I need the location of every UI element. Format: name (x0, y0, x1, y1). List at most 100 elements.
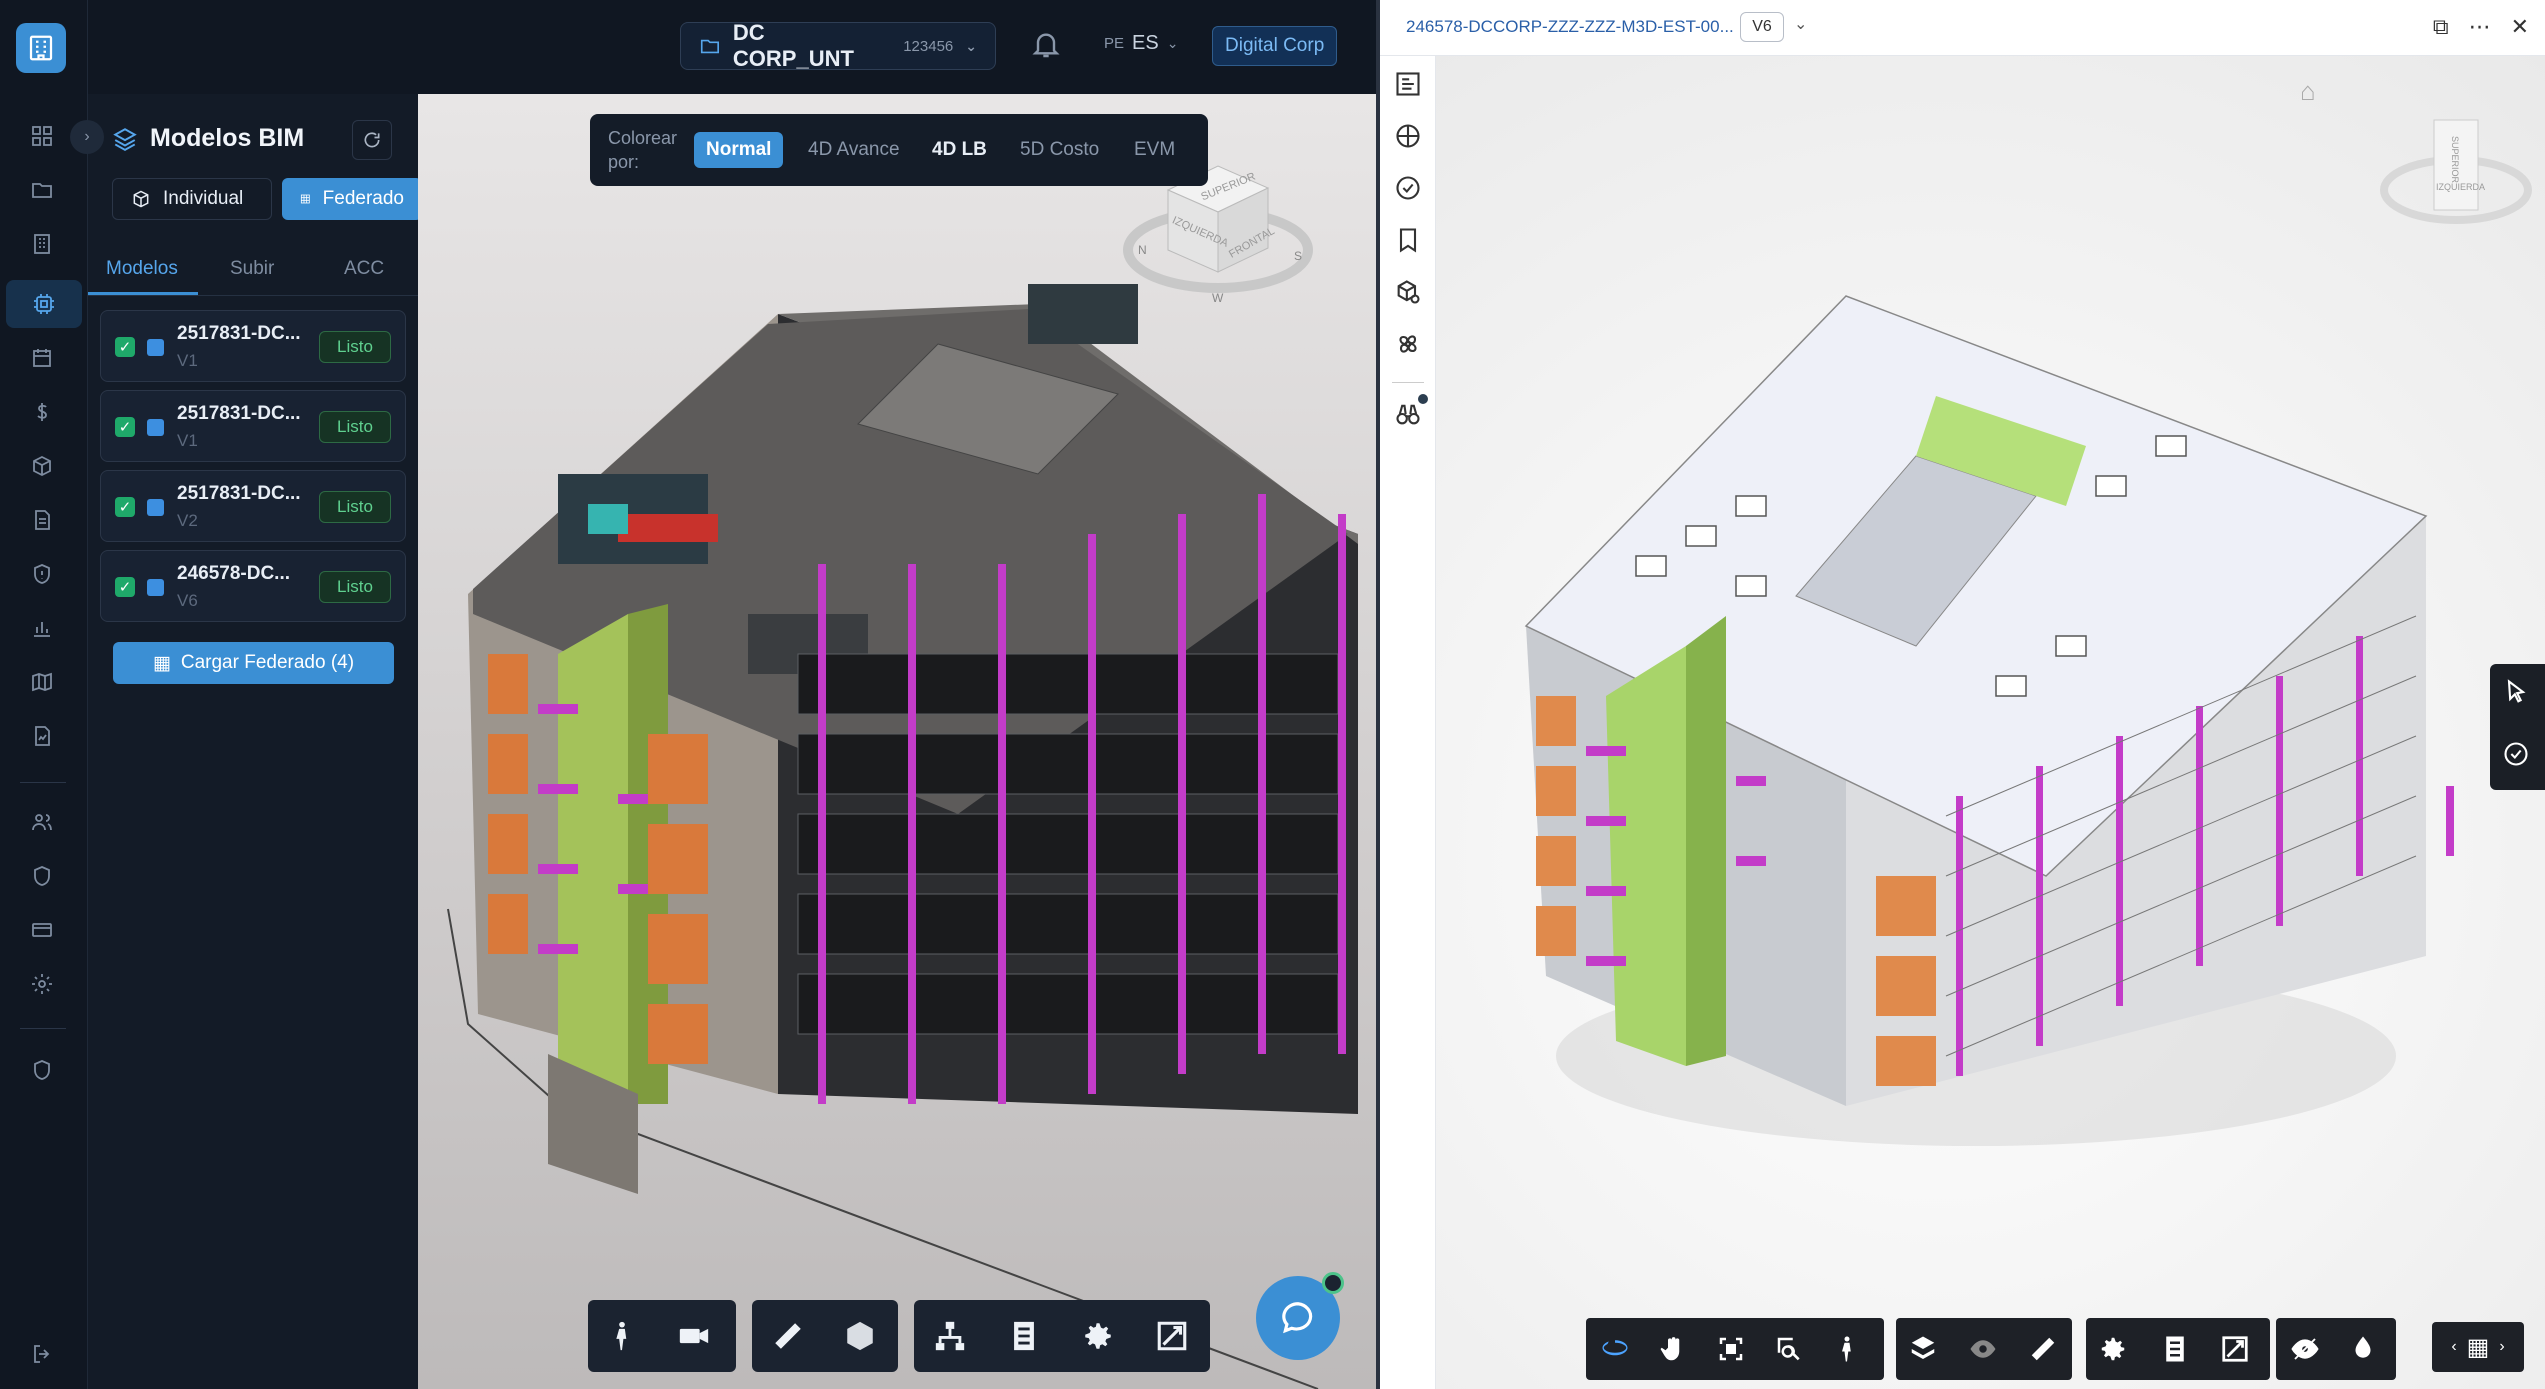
admin-shield-icon[interactable] (24, 1052, 60, 1088)
notifications-bell-icon[interactable] (1030, 28, 1066, 64)
organization-badge[interactable]: Digital Corp (1212, 26, 1338, 66)
model-card[interactable]: ✓ 246578-DC... V6 Listo (100, 550, 406, 622)
collapse-panel-button[interactable]: › (70, 120, 104, 154)
project-name: DC CORP_UNT (732, 20, 854, 71)
language-selector[interactable]: PE ES ⌄ (1104, 32, 1178, 55)
report-icon[interactable] (24, 718, 60, 754)
settings-icon[interactable] (24, 966, 60, 1002)
model-card[interactable]: ✓ 2517831-DC... V2 Listo (100, 470, 406, 542)
fullscreen-icon[interactable] (2218, 1332, 2252, 1366)
measure-toolbar (752, 1300, 898, 1372)
mode-federado-button[interactable]: Federado (282, 178, 422, 220)
security-icon[interactable] (24, 858, 60, 894)
chevron-right-icon[interactable]: › (2499, 1338, 2504, 1356)
mode-individual-button[interactable]: Individual (112, 178, 272, 220)
fan-icon[interactable] (1394, 330, 1424, 360)
settings-gear-icon[interactable] (1080, 1318, 1116, 1354)
model-version: V6 (177, 591, 198, 610)
building-model-light (1524, 295, 2454, 1146)
measure-icon[interactable] (2026, 1332, 2060, 1366)
version-badge[interactable]: V6 (1740, 12, 1784, 42)
acc-model-canvas[interactable]: SUPERIOR IZQUIERDA ⌂ (1436, 56, 2545, 1389)
more-icon[interactable]: ⋯ (2469, 14, 2491, 40)
folder-icon[interactable] (24, 172, 60, 208)
acc-extra-toolbar (2276, 1318, 2396, 1380)
zoom-window-icon[interactable] (1772, 1332, 1806, 1366)
popout-icon[interactable]: ⧉ (2433, 14, 2449, 40)
fit-view-icon[interactable] (1714, 1332, 1748, 1366)
model-toolbar (914, 1300, 1210, 1372)
visibility-off-icon[interactable] (2288, 1332, 2322, 1366)
shield-icon[interactable] (24, 556, 60, 592)
dollar-icon[interactable] (24, 394, 60, 430)
view-cube[interactable]: SUPERIOR IZQUIERDA (2376, 100, 2536, 240)
camera-icon[interactable] (676, 1318, 712, 1354)
tab-modelos[interactable]: Modelos (106, 258, 178, 280)
sphere-icon[interactable] (1394, 122, 1424, 152)
ghost-hide-icon[interactable] (1966, 1332, 2000, 1366)
model-checkbox[interactable]: ✓ (115, 577, 135, 597)
properties-icon[interactable] (1006, 1318, 1042, 1354)
toolbar-divider (1392, 382, 1424, 383)
first-person-icon[interactable] (604, 1318, 640, 1354)
ruler-icon[interactable] (770, 1318, 806, 1354)
map-icon[interactable] (24, 664, 60, 700)
model-checkbox[interactable]: ✓ (115, 337, 135, 357)
dashboard-icon[interactable] (24, 118, 60, 154)
color-5d-costo-button[interactable]: 5D Costo (1008, 132, 1111, 168)
hierarchy-icon[interactable] (932, 1318, 968, 1354)
acc-viewer-window: 246578-DCCORP-ZZZ-ZZZ-M3D-EST-00... V6 ⌄… (1376, 0, 2545, 1389)
panel-title-text: Modelos BIM (150, 124, 305, 152)
home-view-icon[interactable]: ⌂ (2300, 76, 2316, 107)
color-4d-lb-button[interactable]: 4D LB (920, 132, 999, 168)
bim-models-icon[interactable] (6, 280, 82, 328)
section-box-icon[interactable] (842, 1318, 878, 1354)
isolate-icon[interactable] (2346, 1332, 2380, 1366)
pan-hand-icon[interactable] (1656, 1332, 1690, 1366)
tab-acc[interactable]: ACC (344, 258, 384, 280)
document-icon[interactable] (24, 502, 60, 538)
color-evm-button[interactable]: EVM (1122, 132, 1187, 168)
app-logo-icon[interactable] (16, 23, 66, 73)
properties-icon[interactable] (2158, 1332, 2192, 1366)
chevron-left-icon[interactable]: ‹ (2451, 1338, 2456, 1356)
close-icon[interactable]: ✕ (2511, 14, 2529, 40)
project-code: 123456 (903, 37, 954, 55)
walk-icon[interactable] (1830, 1332, 1864, 1366)
model-checkbox[interactable]: ✓ (115, 497, 135, 517)
load-federated-button[interactable]: ▦ Cargar Federado (4) (113, 642, 394, 684)
check-circle-icon[interactable] (1394, 174, 1424, 204)
building-icon[interactable] (24, 226, 60, 262)
model-card[interactable]: ✓ 2517831-DC... V1 Listo (100, 310, 406, 382)
model-name: 2517831-DC... (177, 403, 301, 424)
section-icon[interactable] (1906, 1332, 1940, 1366)
orbit-icon[interactable] (1598, 1332, 1632, 1366)
settings-gear-icon[interactable] (2096, 1332, 2130, 1366)
card-icon[interactable] (24, 912, 60, 948)
box-icon[interactable] (24, 448, 60, 484)
bookmark-icon[interactable] (1394, 226, 1424, 256)
color-normal-button[interactable]: Normal (694, 132, 784, 168)
grid-view-icon[interactable]: ▦ (2467, 1333, 2490, 1362)
chart-icon[interactable] (24, 610, 60, 646)
viewcube-left-label: IZQUIERDA (2436, 182, 2485, 192)
logout-icon[interactable] (24, 1336, 60, 1372)
model-browser-icon[interactable] (1394, 70, 1424, 100)
color-4d-avance-button[interactable]: 4D Avance (796, 132, 912, 168)
model-checkbox[interactable]: ✓ (115, 417, 135, 437)
cube-search-icon[interactable] (1394, 278, 1424, 308)
model-card[interactable]: ✓ 2517831-DC... V1 Listo (100, 390, 406, 462)
fullscreen-icon[interactable] (1154, 1318, 1190, 1354)
view-switcher[interactable]: ‹ ▦ › (2432, 1322, 2524, 1372)
model-name: 2517831-DC... (177, 483, 301, 504)
bim-viewer-canvas[interactable]: N S W SUPERIOR IZQUIERDA FRONTAL (418, 94, 1376, 1389)
refresh-button[interactable] (352, 120, 392, 160)
chevron-down-icon[interactable]: ⌄ (1794, 14, 1807, 34)
calendar-icon[interactable] (24, 340, 60, 376)
project-selector[interactable]: DC CORP_UNT 123456 ⌄ (680, 20, 996, 71)
tab-subir[interactable]: Subir (230, 258, 274, 280)
markup-check-icon[interactable] (2502, 740, 2532, 770)
cursor-select-icon[interactable] (2502, 678, 2532, 708)
file-name[interactable]: 246578-DCCORP-ZZZ-ZZZ-M3D-EST-00... (1406, 17, 1734, 37)
users-icon[interactable] (24, 804, 60, 840)
